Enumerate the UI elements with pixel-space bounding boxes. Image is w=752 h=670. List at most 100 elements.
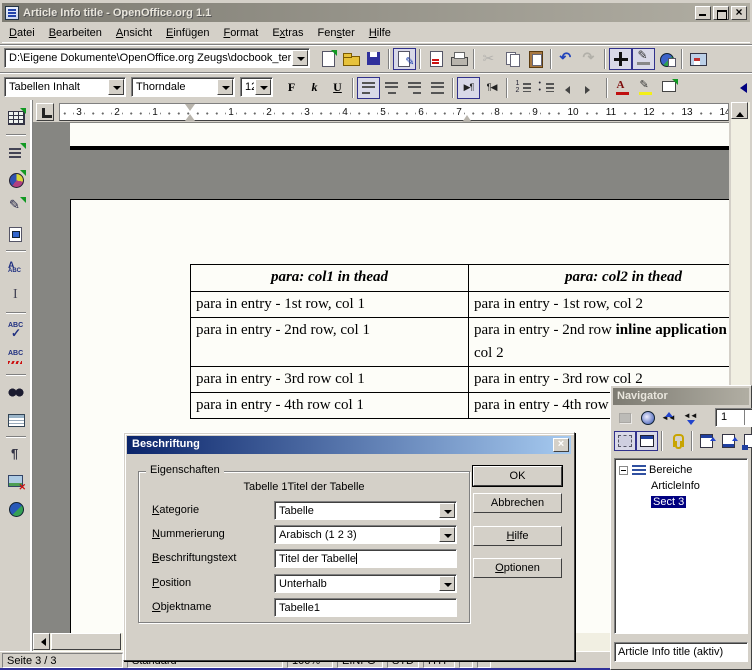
menu-fenster[interactable]: Fenster <box>311 25 362 41</box>
align-left-button[interactable] <box>357 77 380 99</box>
horizontal-scroll-thumb[interactable] <box>51 633 121 650</box>
table-header-cell[interactable]: para: col2 in thead <box>469 265 729 291</box>
tab-type-button[interactable] <box>36 103 54 121</box>
content-view-button[interactable] <box>614 431 636 451</box>
autotext-button[interactable] <box>3 256 29 281</box>
minimize-button[interactable] <box>695 6 711 20</box>
form-functions-button[interactable] <box>3 221 29 246</box>
menu-format[interactable]: Format <box>216 25 265 41</box>
scroll-up-button[interactable] <box>731 102 748 119</box>
hilfe-button[interactable]: Hilfe <box>473 526 562 546</box>
table-cell[interactable]: para in entry - 2nd row, col 1 <box>191 318 469 366</box>
set-reminder-button[interactable] <box>666 431 688 451</box>
font-name-value[interactable]: Thorndale <box>132 81 216 93</box>
data-sources-button[interactable] <box>3 407 29 432</box>
bullets-onoff-button[interactable] <box>534 77 557 99</box>
toolbar-collapse-button[interactable] <box>733 77 749 98</box>
menu-hilfe[interactable]: Hilfe <box>362 25 398 41</box>
input-beschriftungstext[interactable]: Titel der Tabelle <box>274 549 457 568</box>
navigator-window[interactable]: Navigator 1 BereicheArticleInfoSect 3 Ar… <box>610 385 752 670</box>
auto-spellcheck-button[interactable] <box>3 345 29 370</box>
tree-item-label[interactable]: Bereiche <box>649 464 692 476</box>
drag-mode-button[interactable] <box>636 431 658 451</box>
combobox-nummerierung[interactable]: Arabisch (1 2 3) <box>274 525 457 544</box>
insert-fields-button[interactable] <box>3 140 29 165</box>
optionen-button[interactable]: Optionen <box>473 558 562 578</box>
combobox-kategorie[interactable]: Tabelle <box>274 501 457 520</box>
input-objektname[interactable]: Tabelle1 <box>274 598 457 617</box>
font-dropdown-button[interactable] <box>217 79 233 95</box>
paragraph-rtl-button[interactable]: ¶◀ <box>480 77 503 99</box>
next-button[interactable] <box>680 408 702 428</box>
spinner-arrows[interactable] <box>744 410 752 425</box>
font-size-value[interactable]: 12 <box>241 81 254 93</box>
close-button[interactable] <box>731 6 747 20</box>
save-button[interactable] <box>362 48 385 70</box>
gallery-button[interactable] <box>686 48 709 70</box>
navigator-document-field[interactable]: Article Info title (aktiv) <box>614 642 748 662</box>
export-pdf-button[interactable] <box>424 48 447 70</box>
paste-button[interactable] <box>524 48 547 70</box>
font-name-combobox[interactable]: Thorndale <box>131 77 235 97</box>
reminder-toggle-button[interactable] <box>614 408 636 428</box>
navigator-page-value[interactable]: 1 <box>721 411 727 423</box>
draw-functions-button[interactable] <box>3 194 29 219</box>
paragraph-ltr-button[interactable]: ▶¶ <box>457 77 480 99</box>
ok-button[interactable]: OK <box>473 466 562 486</box>
size-dropdown-button[interactable] <box>255 79 271 95</box>
menu-ansicht[interactable]: Ansicht <box>109 25 159 41</box>
navigator-page-spinner[interactable]: 1 <box>715 408 752 427</box>
italic-button[interactable]: k <box>303 77 326 99</box>
menu-einfgen[interactable]: Einfügen <box>159 25 216 41</box>
horizontal-ruler[interactable]: 3211234567891011121314 <box>59 103 729 121</box>
table-cell[interactable]: para in entry - 2nd row inline applicati… <box>469 318 729 366</box>
tree-item-label[interactable]: Sect 3 <box>651 496 686 508</box>
tree-item-sect3[interactable]: Sect 3 <box>619 494 747 510</box>
redo-button[interactable] <box>578 48 601 70</box>
menu-extras[interactable]: Extras <box>265 25 310 41</box>
hyperlink-dialog-button[interactable] <box>655 48 678 70</box>
anchor-text-button[interactable] <box>740 431 752 451</box>
previous-button[interactable] <box>658 408 680 428</box>
find-replace-button[interactable] <box>3 380 29 405</box>
footer-button[interactable] <box>718 431 740 451</box>
insert-table-button[interactable] <box>3 105 29 130</box>
dropdown-button[interactable] <box>439 576 455 591</box>
cut-button[interactable] <box>478 48 501 70</box>
table-header-cell[interactable]: para: col1 in thead <box>191 265 469 291</box>
status-seite33[interactable]: Seite 3 / 3 <box>2 653 123 668</box>
indent-marker[interactable] <box>185 103 196 121</box>
edit-file-button[interactable] <box>393 48 416 70</box>
field-value[interactable]: Titel der Tabelle <box>275 553 456 565</box>
navigator-button[interactable] <box>609 48 632 70</box>
navigator-content-tree[interactable]: BereicheArticleInfoSect 3 <box>614 458 748 634</box>
field-value[interactable]: Tabelle <box>275 505 438 517</box>
increase-indent-button[interactable] <box>580 77 603 99</box>
font-color-button[interactable] <box>611 77 634 99</box>
font-size-combobox[interactable]: 12 <box>240 77 273 97</box>
navigation-button[interactable] <box>636 408 658 428</box>
decrease-indent-button[interactable] <box>557 77 580 99</box>
field-value[interactable]: Tabelle1 <box>275 602 456 614</box>
paragraph-style-combobox[interactable]: Tabellen Inhalt <box>4 77 126 97</box>
new-document-button[interactable] <box>316 48 339 70</box>
print-button[interactable] <box>447 48 470 70</box>
tree-item-bereiche[interactable]: Bereiche <box>619 462 747 478</box>
previous-page-bottom[interactable] <box>70 123 729 150</box>
justify-button[interactable] <box>426 77 449 99</box>
table-cell[interactable]: para in entry - 3rd row col 1 <box>191 367 469 392</box>
table-cell[interactable]: para in entry - 1st row, col 2 <box>469 292 729 317</box>
menu-datei[interactable]: Datei <box>2 25 42 41</box>
dialog-close-button[interactable]: × <box>553 438 569 452</box>
url-value[interactable]: D:\Eigene Dokumente\OpenOffice.org Zeugs… <box>5 52 291 64</box>
dropdown-button[interactable] <box>439 503 455 518</box>
bold-button[interactable]: F <box>280 77 303 99</box>
graphics-onoff-button[interactable] <box>3 469 29 494</box>
paragraph-style-value[interactable]: Tabellen Inhalt <box>5 81 107 93</box>
nonprinting-button[interactable] <box>3 442 29 467</box>
abbrechen-button[interactable]: Abbrechen <box>473 493 562 513</box>
stylist-button[interactable] <box>632 48 655 70</box>
dropdown-button[interactable] <box>439 527 455 542</box>
style-dropdown-button[interactable] <box>108 79 124 95</box>
field-value[interactable]: Arabisch (1 2 3) <box>275 529 438 541</box>
